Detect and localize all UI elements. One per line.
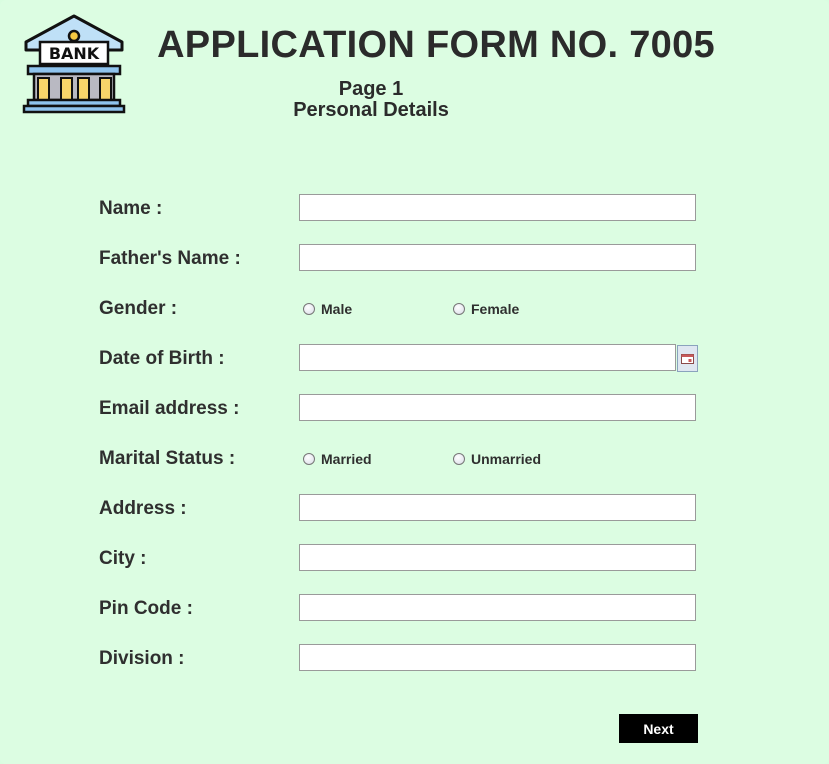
father-name-input[interactable]: [299, 244, 696, 271]
section-title: Personal Details: [293, 99, 449, 121]
gender-label: Gender :: [99, 298, 178, 319]
name-input[interactable]: [299, 194, 696, 221]
dob-label: Date of Birth :: [99, 348, 225, 369]
address-label: Address :: [99, 498, 187, 519]
gender-male-option[interactable]: Male: [303, 301, 352, 317]
name-label: Name :: [99, 198, 163, 219]
gender-female-label: Female: [471, 301, 520, 317]
city-input[interactable]: [299, 544, 696, 571]
pin-code-row: Pin Code :: [0, 594, 829, 624]
next-button[interactable]: Next: [619, 714, 698, 743]
calendar-icon: [681, 353, 694, 364]
marital-unmarried-option[interactable]: Unmarried: [453, 451, 541, 467]
father-name-label: Father's Name :: [99, 248, 241, 269]
page-number: Page 1: [338, 78, 404, 100]
gender-female-option[interactable]: Female: [453, 301, 519, 317]
email-row: Email address :: [0, 394, 829, 424]
gender-male-label: Male: [321, 301, 353, 317]
marital-unmarried-radio[interactable]: [453, 453, 465, 465]
marital-unmarried-label: Unmarried: [471, 451, 542, 467]
page-subtitle: Page 1 Personal Details: [0, 79, 742, 121]
marital-married-radio[interactable]: [303, 453, 315, 465]
dob-row: Date of Birth :: [0, 344, 829, 374]
division-row: Division :: [0, 644, 829, 674]
application-form-page: BANK APPLICATION FORM NO. 7005 Page 1 Pe…: [0, 0, 829, 764]
division-input[interactable]: [299, 644, 696, 671]
email-label: Email address :: [99, 398, 240, 419]
division-label: Division :: [99, 648, 185, 669]
pin-code-input[interactable]: [299, 594, 696, 621]
father-name-row: Father's Name :: [0, 244, 829, 274]
pin-code-label: Pin Code :: [99, 598, 193, 619]
page-title: APPLICATION FORM NO. 7005: [157, 24, 715, 66]
marital-married-label: Married: [321, 451, 372, 467]
address-input[interactable]: [299, 494, 696, 521]
marital-status-row: Marital Status : Married Unmarried: [0, 444, 829, 474]
gender-male-radio[interactable]: [303, 303, 315, 315]
dob-input[interactable]: [299, 344, 676, 371]
gender-row: Gender : Male Female: [0, 294, 829, 324]
email-input[interactable]: [299, 394, 696, 421]
gender-female-radio[interactable]: [453, 303, 465, 315]
marital-married-option[interactable]: Married: [303, 451, 372, 467]
address-row: Address :: [0, 494, 829, 524]
name-row: Name :: [0, 194, 829, 224]
city-label: City :: [99, 548, 147, 569]
calendar-button[interactable]: [677, 345, 698, 372]
city-row: City :: [0, 544, 829, 574]
marital-status-label: Marital Status :: [99, 448, 236, 469]
